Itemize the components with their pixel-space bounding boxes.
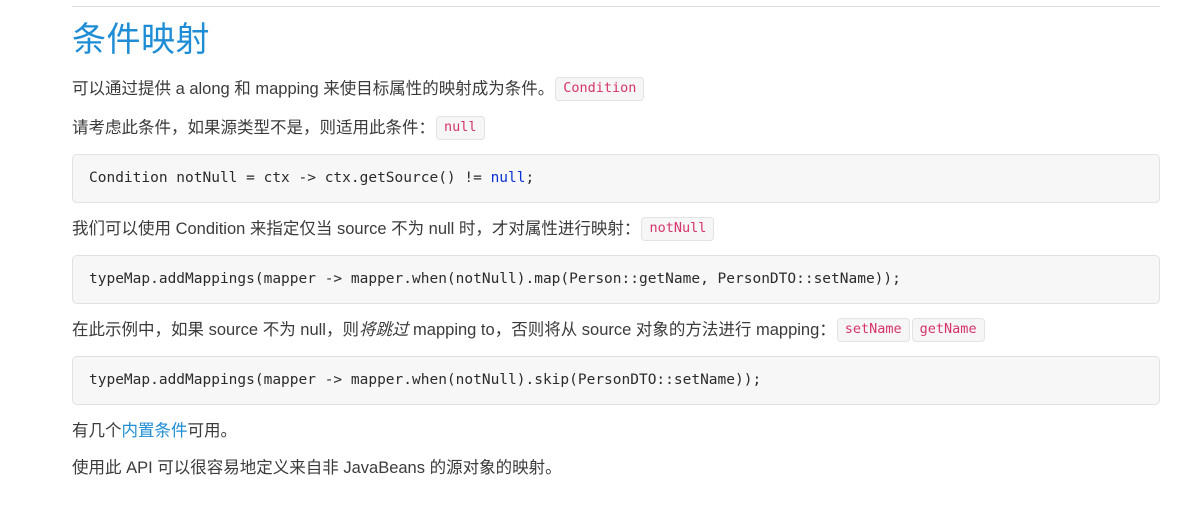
paragraph-use-condition-text: 我们可以使用 Condition 来指定仅当 source 不为 null 时，… xyxy=(72,220,641,238)
page-title: 条件映射 xyxy=(72,21,210,59)
code-block-condition-notnull-content: Condition notNull = ctx -> ctx.getSource… xyxy=(89,170,534,186)
paragraph-api-summary: 使用此 API 可以很容易地定义来自非 JavaBeans 的源对象的映射。 xyxy=(72,455,1160,481)
code-text-prefix: Condition notNull = ctx -> ctx.getSource… xyxy=(89,170,491,186)
paragraph-skip-explanation: 在此示例中，如果 source 不为 null，则将跳过 mapping to，… xyxy=(72,317,1160,343)
code-block-add-mappings-map-content: typeMap.addMappings(mapper -> mapper.whe… xyxy=(89,271,901,287)
inline-code-setname: setName xyxy=(836,318,910,342)
inline-code-notnull: notNull xyxy=(641,217,715,241)
code-block-add-mappings-skip[interactable]: typeMap.addMappings(mapper -> mapper.whe… xyxy=(72,356,1160,405)
top-divider xyxy=(72,6,1160,7)
inline-code-condition: Condition xyxy=(555,77,645,101)
paragraph-intro: 可以通过提供 a along 和 mapping 来使目标属性的映射成为条件。 C… xyxy=(72,76,1160,102)
inline-code-getname: getName xyxy=(911,318,985,342)
paragraph-skip-emphasis: 将跳过 xyxy=(358,321,409,339)
paragraph-consider-condition-text: 请考虑此条件，如果源类型不是，则适用此条件： xyxy=(72,119,435,137)
inline-code-null: null xyxy=(436,116,485,140)
paragraph-builtin-conditions-text-after: 可用。 xyxy=(187,422,238,440)
paragraph-skip-explanation-text-before: 在此示例中，如果 source 不为 null，则 xyxy=(72,321,359,339)
paragraph-skip-explanation-text-after: mapping to，否则将从 source 对象的方法进行 mapping： xyxy=(408,321,836,339)
paragraph-intro-text: 可以通过提供 a along 和 mapping 来使目标属性的映射成为条件。 xyxy=(72,80,555,98)
paragraph-builtin-conditions: 有几个内置条件可用。 xyxy=(72,418,1160,444)
code-block-condition-notnull[interactable]: Condition notNull = ctx -> ctx.getSource… xyxy=(72,154,1160,203)
code-keyword-null: null xyxy=(490,170,526,186)
link-builtin-conditions[interactable]: 内置条件 xyxy=(122,422,188,440)
documentation-page: 条件映射 可以通过提供 a along 和 mapping 来使目标属性的映射成… xyxy=(0,0,1197,512)
paragraph-builtin-conditions-text-before: 有几个 xyxy=(72,422,122,440)
paragraph-api-summary-text: 使用此 API 可以很容易地定义来自非 JavaBeans 的源对象的映射。 xyxy=(72,459,562,477)
code-text-suffix: ; xyxy=(525,170,535,186)
code-block-add-mappings-map[interactable]: typeMap.addMappings(mapper -> mapper.whe… xyxy=(72,255,1160,304)
code-block-add-mappings-skip-content: typeMap.addMappings(mapper -> mapper.whe… xyxy=(89,372,762,388)
paragraph-consider-condition: 请考虑此条件，如果源类型不是，则适用此条件： null xyxy=(72,115,1160,141)
paragraph-use-condition: 我们可以使用 Condition 来指定仅当 source 不为 null 时，… xyxy=(72,216,1160,242)
article-content: 条件映射 可以通过提供 a along 和 mapping 来使目标属性的映射成… xyxy=(72,18,1160,494)
